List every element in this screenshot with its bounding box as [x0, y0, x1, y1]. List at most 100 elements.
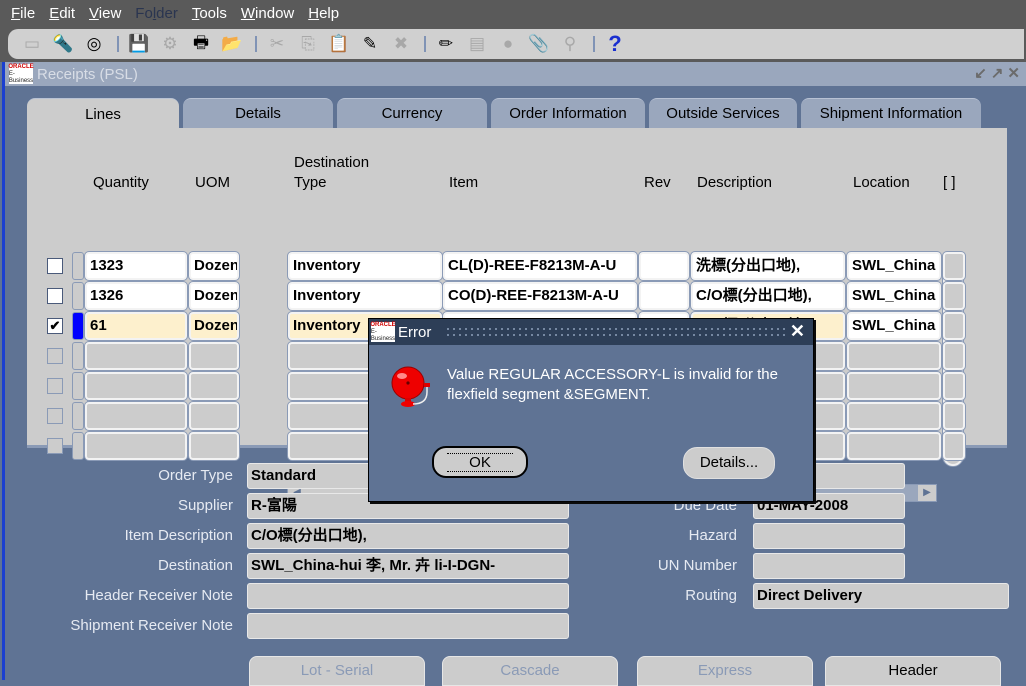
- zoom-icon[interactable]: ▤: [463, 32, 491, 56]
- field-un-number[interactable]: [753, 553, 905, 579]
- menu-folder[interactable]: Folder: [135, 5, 178, 22]
- close-icon[interactable]: ✕: [790, 321, 805, 342]
- cell-uom[interactable]: Dozen: [189, 312, 239, 340]
- cut-icon[interactable]: ✂: [263, 32, 291, 56]
- cell-quantity[interactable]: 1323: [85, 252, 187, 280]
- cell-quantity[interactable]: [85, 372, 187, 400]
- record-indicator[interactable]: [72, 432, 84, 460]
- express-button[interactable]: Express: [637, 656, 813, 686]
- row-checkbox[interactable]: [47, 288, 63, 304]
- details-button[interactable]: Details...: [683, 447, 775, 479]
- cell-location[interactable]: SWL_China: [847, 252, 941, 280]
- ok-button[interactable]: OK: [432, 446, 528, 478]
- tab-details[interactable]: Details: [183, 98, 333, 128]
- attachments-icon[interactable]: 📎: [525, 32, 553, 56]
- menu-file[interactable]: File: [11, 5, 35, 22]
- cell-destination-type[interactable]: Inventory: [288, 252, 442, 280]
- cell-item[interactable]: CO(D)-REE-F8213M-A-U: [443, 282, 637, 310]
- row-folder-cell[interactable]: [943, 432, 965, 460]
- cell-uom[interactable]: [189, 402, 239, 430]
- row-folder-cell[interactable]: [943, 372, 965, 400]
- tab-lines[interactable]: Lines: [27, 98, 179, 130]
- record-indicator[interactable]: [72, 402, 84, 430]
- field-header-receiver-note[interactable]: [247, 583, 569, 609]
- tab-order-information[interactable]: Order Information: [491, 98, 645, 128]
- cell-quantity[interactable]: [85, 432, 187, 460]
- row-checkbox[interactable]: [47, 258, 63, 274]
- menu-tools[interactable]: Tools: [192, 5, 227, 22]
- record-indicator[interactable]: [72, 372, 84, 400]
- cell-destination-type[interactable]: Inventory: [288, 282, 442, 310]
- cell-description[interactable]: C/O標(分出口地),: [691, 282, 845, 310]
- cell-quantity[interactable]: 61: [85, 312, 187, 340]
- cell-uom[interactable]: [189, 342, 239, 370]
- next-step-icon[interactable]: ⚙: [156, 32, 184, 56]
- translations-globe-icon[interactable]: ●: [494, 32, 522, 56]
- record-indicator[interactable]: [72, 342, 84, 370]
- close-icon[interactable]: ✕: [1007, 64, 1020, 82]
- scroll-right-icon[interactable]: ▶: [918, 485, 936, 501]
- record-indicator[interactable]: [72, 252, 84, 280]
- row-checkbox[interactable]: ✔: [47, 318, 63, 334]
- menu-edit[interactable]: Edit: [49, 5, 75, 22]
- folder-tools-icon[interactable]: ⚲: [556, 32, 584, 56]
- header-button[interactable]: Header: [825, 656, 1001, 686]
- cell-rev[interactable]: [639, 282, 689, 310]
- dialog-titlebar[interactable]: ORACLE E-Business Error ✕: [369, 319, 813, 345]
- cell-location[interactable]: SWL_China: [847, 312, 941, 340]
- row-checkbox[interactable]: [47, 348, 63, 364]
- save-icon[interactable]: 💾: [125, 32, 153, 56]
- cell-description[interactable]: 洗標(分出口地),: [691, 252, 845, 280]
- cell-location[interactable]: [847, 402, 941, 430]
- minimize-icon[interactable]: ↙: [974, 64, 987, 82]
- row-folder-cell[interactable]: [943, 312, 965, 340]
- record-indicator[interactable]: [72, 312, 84, 340]
- cell-quantity[interactable]: [85, 342, 187, 370]
- field-item-description[interactable]: C/O標(分出口地),: [247, 523, 569, 549]
- cell-rev[interactable]: [639, 252, 689, 280]
- field-destination[interactable]: SWL_China-hui 李, Mr. 卉 li-I-DGN-: [247, 553, 569, 579]
- close-form-icon[interactable]: 📂: [218, 32, 246, 56]
- row-checkbox[interactable]: [47, 438, 63, 454]
- field-shipment-receiver-note[interactable]: [247, 613, 569, 639]
- tab-shipment-information[interactable]: Shipment Information: [801, 98, 981, 128]
- record-indicator[interactable]: [72, 282, 84, 310]
- cell-quantity[interactable]: [85, 402, 187, 430]
- row-checkbox[interactable]: [47, 378, 63, 394]
- cascade-button[interactable]: Cascade: [442, 656, 618, 686]
- cell-quantity[interactable]: 1326: [85, 282, 187, 310]
- tab-currency[interactable]: Currency: [337, 98, 487, 128]
- row-folder-cell[interactable]: [943, 282, 965, 310]
- menu-view[interactable]: View: [89, 5, 121, 22]
- folder-button[interactable]: [ ]: [943, 174, 956, 192]
- delete-record-icon[interactable]: ✖: [387, 32, 415, 56]
- new-icon[interactable]: ▭: [18, 32, 46, 56]
- cell-uom[interactable]: Dozen: [189, 252, 239, 280]
- row-folder-cell[interactable]: [943, 342, 965, 370]
- cell-uom[interactable]: [189, 372, 239, 400]
- cell-location[interactable]: SWL_China: [847, 282, 941, 310]
- row-folder-cell[interactable]: [943, 402, 965, 430]
- clear-record-icon[interactable]: ✎: [356, 32, 384, 56]
- cell-location[interactable]: [847, 432, 941, 460]
- cell-uom[interactable]: [189, 432, 239, 460]
- cell-item[interactable]: CL(D)-REE-F8213M-A-U: [443, 252, 637, 280]
- lot-serial-button[interactable]: Lot - Serial: [249, 656, 425, 686]
- row-checkbox[interactable]: [47, 408, 63, 424]
- tab-outside-services[interactable]: Outside Services: [649, 98, 797, 128]
- cell-location[interactable]: [847, 372, 941, 400]
- paste-icon[interactable]: 📋: [325, 32, 353, 56]
- maximize-icon[interactable]: ↗: [991, 64, 1004, 82]
- field-routing[interactable]: Direct Delivery: [753, 583, 1009, 609]
- navigator-compass-icon[interactable]: ◎: [80, 32, 108, 56]
- find-flashlight-icon[interactable]: 🔦: [49, 32, 77, 56]
- edit-field-icon[interactable]: ✏: [432, 32, 460, 56]
- menu-help[interactable]: Help: [308, 5, 339, 22]
- copy-icon[interactable]: ⎘: [294, 32, 322, 56]
- print-icon[interactable]: 🖶: [187, 32, 215, 56]
- row-folder-cell[interactable]: [943, 252, 965, 280]
- cell-uom[interactable]: Dozen: [189, 282, 239, 310]
- help-icon[interactable]: ?: [601, 31, 629, 56]
- menu-window[interactable]: Window: [241, 5, 294, 22]
- field-hazard[interactable]: [753, 523, 905, 549]
